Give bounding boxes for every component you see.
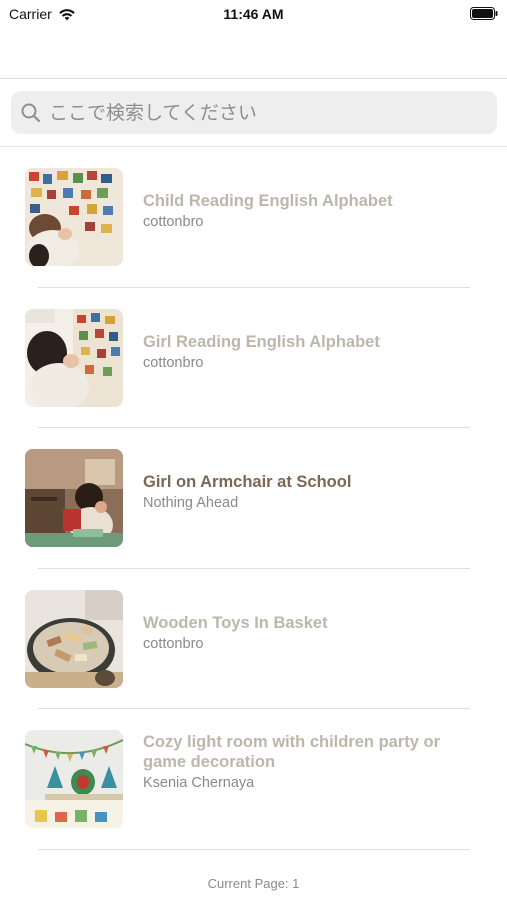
item-title: Wooden Toys In Basket bbox=[143, 613, 328, 632]
item-text: Child Reading English Alphabet cottonbro bbox=[143, 191, 473, 231]
item-author: Ksenia Chernaya bbox=[143, 775, 255, 791]
photo-thumbnail bbox=[25, 168, 123, 266]
list-item[interactable]: Cozy light room with children party or g… bbox=[0, 709, 507, 850]
item-title: Girl on Armchair at School bbox=[143, 473, 352, 491]
item-text: Cozy light room with children party or g… bbox=[143, 732, 473, 792]
current-page-label: Current Page: 1 bbox=[207, 876, 300, 891]
search-field-container[interactable] bbox=[11, 91, 497, 134]
photo-thumbnail bbox=[25, 308, 123, 407]
search-bar[interactable] bbox=[11, 91, 497, 134]
item-text: Girl Reading English Alphabet cottonbro bbox=[143, 332, 473, 372]
item-author: cottonbro bbox=[143, 214, 204, 230]
list-item[interactable]: Girl on Armchair at School Nothing Ahead bbox=[0, 428, 507, 569]
item-text: Girl on Armchair at School Nothing Ahead bbox=[143, 472, 473, 512]
row-divider bbox=[38, 848, 470, 850]
item-title: Child Reading English Alphabet bbox=[143, 192, 393, 210]
item-author: cottonbro bbox=[143, 354, 204, 371]
nav-bar-divider bbox=[0, 78, 507, 79]
item-author: Nothing Ahead bbox=[143, 495, 239, 511]
list-item[interactable]: Child Reading English Alphabet cottonbro bbox=[0, 147, 507, 288]
item-text: Wooden Toys In Basket cottonbro bbox=[143, 613, 473, 653]
search-input[interactable] bbox=[49, 101, 469, 124]
search-icon bbox=[21, 103, 41, 122]
item-author: cottonbro bbox=[143, 635, 204, 652]
item-title: Cozy light room with children party or g… bbox=[143, 733, 441, 771]
app-screen: Carrier 11:46 AM ここで検索してください Child Readi… bbox=[0, 0, 507, 900]
battery-icon bbox=[470, 7, 498, 20]
status-bar: Carrier 11:46 AM bbox=[0, 0, 507, 28]
photo-list: Child Reading English Alphabet cottonbro bbox=[0, 147, 507, 850]
list-item[interactable]: Wooden Toys In Basket cottonbro bbox=[0, 569, 507, 709]
clock-time: 11:46 AM bbox=[223, 6, 284, 22]
item-title: Girl Reading English Alphabet bbox=[143, 332, 380, 351]
list-item[interactable]: Girl Reading English Alphabet cottonbro bbox=[0, 288, 507, 428]
photo-thumbnail bbox=[25, 449, 123, 547]
photo-thumbnail bbox=[25, 730, 123, 828]
photo-thumbnail bbox=[25, 589, 123, 688]
